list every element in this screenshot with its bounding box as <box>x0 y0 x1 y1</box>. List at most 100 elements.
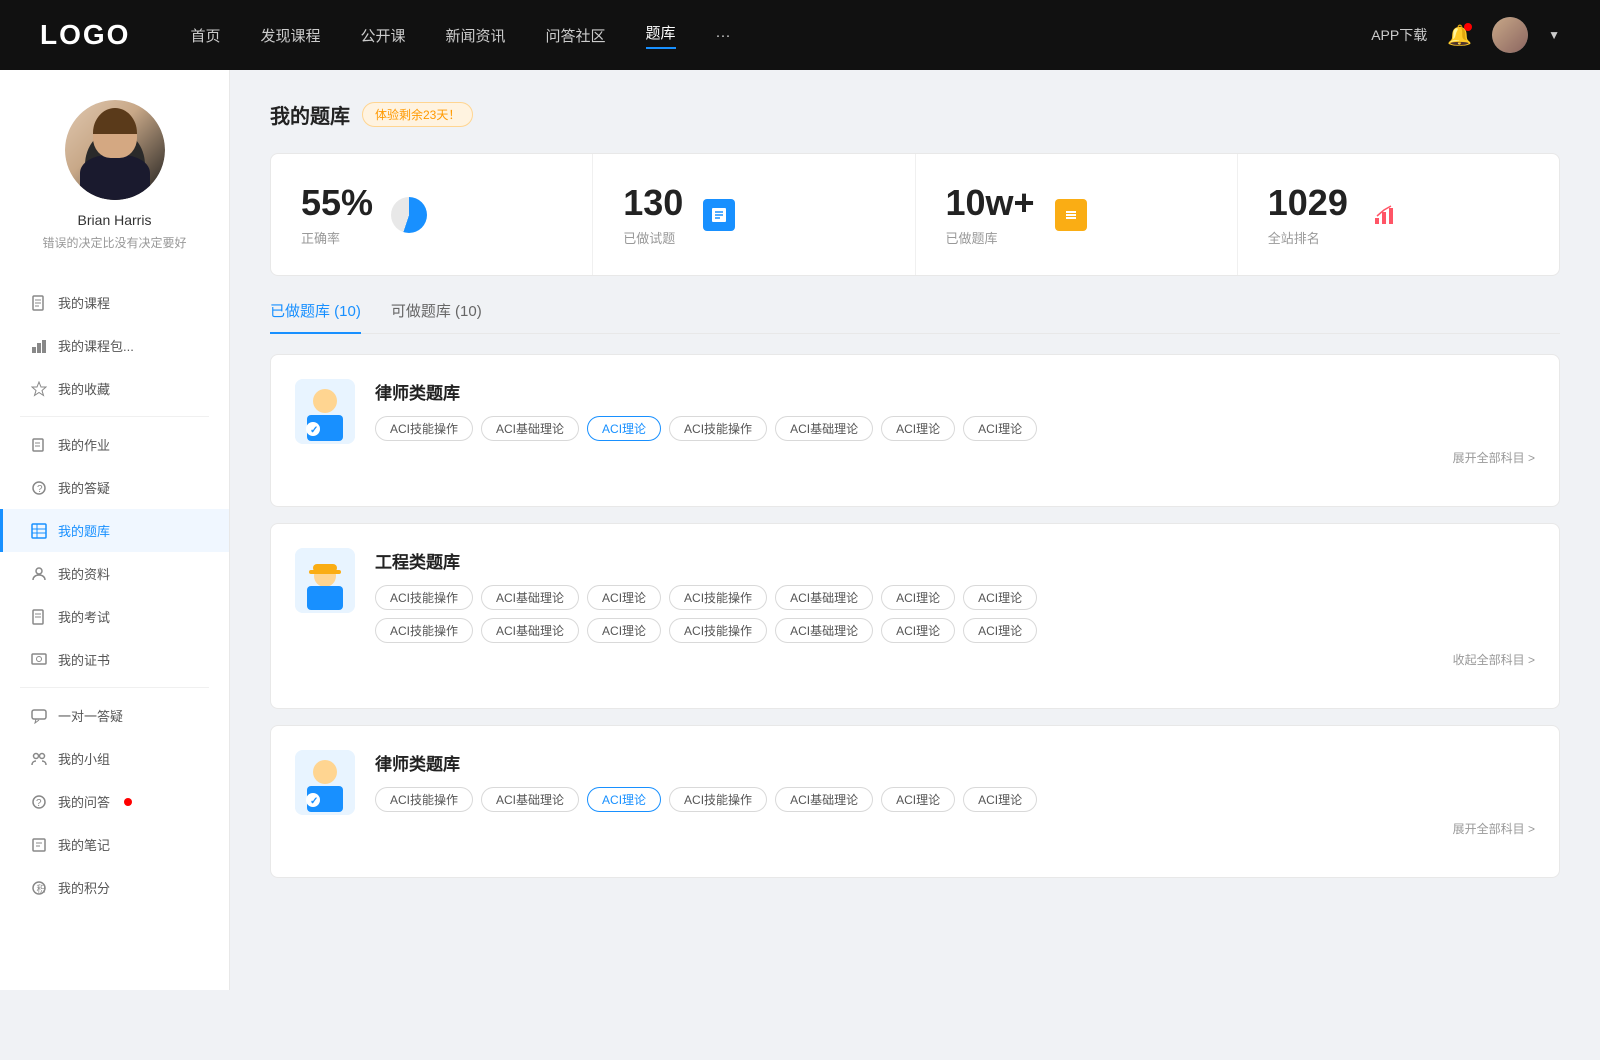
tag-1-1[interactable]: ACI基础理论 <box>481 416 579 441</box>
qb-info-3: 律师类题库 ACI技能操作 ACI基础理论 ACI理论 ACI技能操作 ACI基… <box>375 750 1535 837</box>
tag-3-3[interactable]: ACI技能操作 <box>669 787 767 812</box>
nav-link-more[interactable]: ··· <box>716 27 731 44</box>
sidebar-item-qa[interactable]: ? 我的答疑 <box>0 466 229 509</box>
sidebar-item-homework[interactable]: 我的作业 <box>0 423 229 466</box>
tag-2-6[interactable]: ACI理论 <box>963 585 1037 610</box>
menu-label-favorites: 我的收藏 <box>58 379 110 398</box>
qb-card-engineer: 工程类题库 ACI技能操作 ACI基础理论 ACI理论 ACI技能操作 ACI基… <box>270 523 1560 709</box>
nav-link-opencourse[interactable]: 公开课 <box>360 25 405 46</box>
sidebar-item-myqa[interactable]: ? 我的问答 <box>0 780 229 823</box>
trial-badge: 体验剩余23天！ <box>362 102 473 127</box>
stats-row: 55% 正确率 130 已做试题 <box>270 153 1560 276</box>
qb-tabs: 已做题库 (10) 可做题库 (10) <box>270 300 1560 334</box>
qb-card-lawyer-2: ✓ 律师类题库 ACI技能操作 ACI基础理论 ACI理论 ACI技能操作 AC… <box>270 725 1560 878</box>
menu-label-homework: 我的作业 <box>58 435 110 454</box>
tag-3-4[interactable]: ACI基础理论 <box>775 787 873 812</box>
page-title: 我的题库 <box>270 100 350 129</box>
tag-3-5[interactable]: ACI理论 <box>881 787 955 812</box>
tag-2-4[interactable]: ACI基础理论 <box>775 585 873 610</box>
tag-2-0[interactable]: ACI技能操作 <box>375 585 473 610</box>
tag-2-2[interactable]: ACI理论 <box>587 585 661 610</box>
sidebar-item-favorites[interactable]: 我的收藏 <box>0 367 229 410</box>
menu-label-mypoints: 我的积分 <box>58 878 110 897</box>
stat-rank-text: 1029 全站排名 <box>1268 182 1348 247</box>
tag-1-3[interactable]: ACI技能操作 <box>669 416 767 441</box>
doc-icon <box>30 608 48 626</box>
menu-label-myexam: 我的考试 <box>58 607 110 626</box>
app-download-button[interactable]: APP下载 <box>1371 25 1427 45</box>
sidebar-item-myexam[interactable]: 我的考试 <box>0 595 229 638</box>
sidebar-item-mycourse[interactable]: 我的课程 <box>0 281 229 324</box>
tab-available[interactable]: 可做题库 (10) <box>391 300 482 333</box>
tag-2r2-1[interactable]: ACI基础理论 <box>481 618 579 643</box>
tags-3: ACI技能操作 ACI基础理论 ACI理论 ACI技能操作 ACI基础理论 AC… <box>375 787 1535 812</box>
sidebar-item-mypoints[interactable]: 积 我的积分 <box>0 866 229 909</box>
pie-chart-icon <box>389 195 429 235</box>
sidebar-item-mygroup[interactable]: 我的小组 <box>0 737 229 780</box>
stat-questions-value: 130 <box>623 182 683 224</box>
menu-label-myqa: 我的问答 <box>58 792 110 811</box>
stat-rank-value: 1029 <box>1268 182 1348 224</box>
tag-2r2-4[interactable]: ACI基础理论 <box>775 618 873 643</box>
sidebar-item-mycert[interactable]: 我的证书 <box>0 638 229 681</box>
sidebar-menu: 我的课程 我的课程包... 我的收藏 我的作业 <box>0 271 229 919</box>
sidebar-item-questionbank[interactable]: 我的题库 <box>0 509 229 552</box>
file-icon <box>30 294 48 312</box>
tag-2r2-2[interactable]: ACI理论 <box>587 618 661 643</box>
stat-banks-value: 10w+ <box>946 182 1035 224</box>
tag-3-1[interactable]: ACI基础理论 <box>481 787 579 812</box>
tag-1-5[interactable]: ACI理论 <box>881 416 955 441</box>
user-avatar[interactable] <box>1492 17 1528 53</box>
lawyer-icon-1: ✓ <box>295 379 355 444</box>
tag-2-3[interactable]: ACI技能操作 <box>669 585 767 610</box>
tag-3-6[interactable]: ACI理论 <box>963 787 1037 812</box>
tag-1-2[interactable]: ACI理论 <box>587 416 661 441</box>
tag-1-4[interactable]: ACI基础理论 <box>775 416 873 441</box>
menu-label-mycourse: 我的课程 <box>58 293 110 312</box>
group-icon <box>30 750 48 768</box>
sidebar: Brian Harris 错误的决定比没有决定要好 我的课程 我的课程包... <box>0 70 230 990</box>
stat-banks-text: 10w+ 已做题库 <box>946 182 1035 247</box>
menu-label-1on1: 一对一答疑 <box>58 706 123 725</box>
nav-link-qa[interactable]: 问答社区 <box>546 25 606 46</box>
tag-2-1[interactable]: ACI基础理论 <box>481 585 579 610</box>
tag-2r2-5[interactable]: ACI理论 <box>881 618 955 643</box>
qb-info-1: 律师类题库 ACI技能操作 ACI基础理论 ACI理论 ACI技能操作 ACI基… <box>375 379 1535 466</box>
banks-list-icon <box>1051 195 1091 235</box>
qb-info-2: 工程类题库 ACI技能操作 ACI基础理论 ACI理论 ACI技能操作 ACI基… <box>375 548 1535 668</box>
questions-book-icon <box>699 195 739 235</box>
notification-bell[interactable]: 🔔 <box>1447 23 1472 48</box>
sidebar-item-mypackage[interactable]: 我的课程包... <box>0 324 229 367</box>
user-menu-arrow[interactable]: ▼ <box>1548 28 1560 42</box>
tag-3-2[interactable]: ACI理论 <box>587 787 661 812</box>
tag-2r2-0[interactable]: ACI技能操作 <box>375 618 473 643</box>
tag-2r2-3[interactable]: ACI技能操作 <box>669 618 767 643</box>
book-icon <box>703 199 735 231</box>
collapse-link-2[interactable]: 收起全部科目 > <box>375 651 1535 668</box>
profile-section: Brian Harris 错误的决定比没有决定要好 <box>0 100 229 271</box>
sidebar-item-mynotes[interactable]: 我的笔记 <box>0 823 229 866</box>
tag-3-0[interactable]: ACI技能操作 <box>375 787 473 812</box>
qb-title-3: 律师类题库 <box>375 750 1535 775</box>
nav-link-questionbank[interactable]: 题库 <box>646 22 676 49</box>
nav-link-news[interactable]: 新闻资讯 <box>446 25 506 46</box>
tags-1: ACI技能操作 ACI基础理论 ACI理论 ACI技能操作 ACI基础理论 AC… <box>375 416 1535 441</box>
tag-1-6[interactable]: ACI理论 <box>963 416 1037 441</box>
nav-link-home[interactable]: 首页 <box>190 25 220 46</box>
profile-avatar[interactable] <box>65 100 165 200</box>
qa-icon: ? <box>30 793 48 811</box>
expand-link-3[interactable]: 展开全部科目 > <box>375 820 1535 837</box>
tag-1-0[interactable]: ACI技能操作 <box>375 416 473 441</box>
accuracy-pie <box>391 197 427 233</box>
page-header: 我的题库 体验剩余23天！ <box>270 100 1560 129</box>
chat-icon <box>30 707 48 725</box>
svg-text:?: ? <box>37 484 43 495</box>
expand-link-1[interactable]: 展开全部科目 > <box>375 449 1535 466</box>
nav-link-discover[interactable]: 发现课程 <box>260 25 320 46</box>
tag-2-5[interactable]: ACI理论 <box>881 585 955 610</box>
stat-questions-label: 已做试题 <box>623 228 683 247</box>
tab-done[interactable]: 已做题库 (10) <box>270 300 361 333</box>
sidebar-item-1on1[interactable]: 一对一答疑 <box>0 694 229 737</box>
tag-2r2-6[interactable]: ACI理论 <box>963 618 1037 643</box>
sidebar-item-myprofile[interactable]: 我的资料 <box>0 552 229 595</box>
